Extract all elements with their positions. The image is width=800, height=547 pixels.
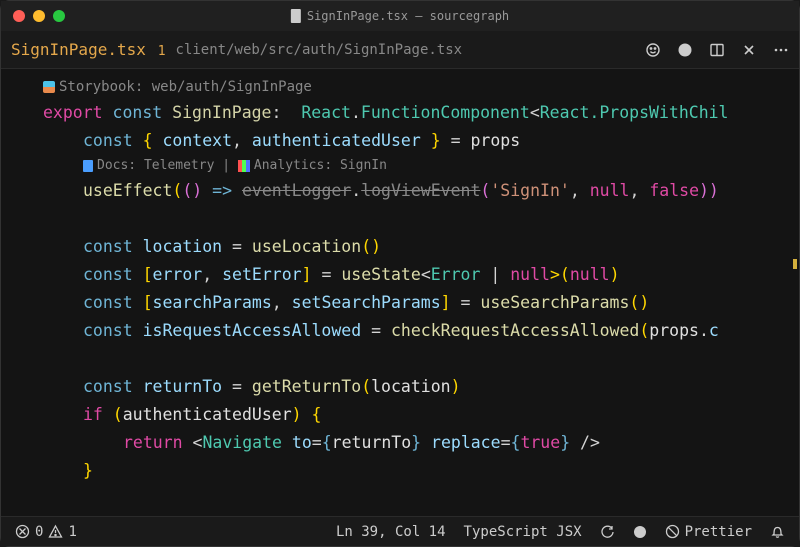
code-line[interactable]: export const SignInPage: React.FunctionC…	[43, 99, 799, 127]
code-line[interactable]: }	[43, 457, 799, 485]
split-editor-icon[interactable]	[709, 42, 725, 58]
minimize-window-button[interactable]	[33, 10, 45, 22]
editor[interactable]: Storybook: web/auth/SignInPage export co…	[1, 69, 799, 516]
gear-icon[interactable]	[677, 42, 693, 58]
status-bar: 0 1 Ln 39, Col 14 TypeScript JSX Prettie…	[1, 516, 799, 546]
maximize-window-button[interactable]	[53, 10, 65, 22]
more-icon[interactable]	[773, 42, 789, 58]
bell-icon[interactable]	[770, 524, 785, 539]
smile-icon[interactable]	[645, 42, 661, 58]
sync-icon[interactable]	[600, 524, 615, 539]
code-line[interactable]: const returnTo = getReturnTo(location)	[43, 373, 799, 401]
file-icon	[291, 9, 301, 23]
language-mode[interactable]: TypeScript JSX	[464, 524, 582, 540]
analytics-icon	[238, 160, 250, 172]
docs-codelens[interactable]: Docs: Telemetry | Analytics: SignIn	[43, 155, 799, 177]
close-window-button[interactable]	[13, 10, 25, 22]
titlebar: SignInPage.tsx — sourcegraph	[1, 1, 799, 31]
blank-line[interactable]	[43, 205, 799, 233]
code-line[interactable]: const [searchParams, setSearchParams] = …	[43, 289, 799, 317]
docs-icon	[83, 160, 93, 172]
code-line[interactable]: return <Navigate to={returnTo} replace={…	[43, 429, 799, 457]
window-title-text: SignInPage.tsx — sourcegraph	[307, 9, 509, 23]
code-line[interactable]: if (authenticatedUser) {	[43, 401, 799, 429]
error-icon	[15, 524, 30, 539]
cody-icon[interactable]	[633, 525, 647, 539]
code-line[interactable]: const location = useLocation()	[43, 233, 799, 261]
storybook-icon	[43, 81, 55, 93]
warning-icon	[48, 524, 63, 539]
close-icon[interactable]	[741, 42, 757, 58]
problems-status[interactable]: 0 1	[15, 524, 77, 540]
tab-modified-count: 1	[158, 44, 166, 59]
code-line[interactable]: const isRequestAccessAllowed = checkRequ…	[43, 317, 799, 345]
tab-bar: SignInPage.tsx 1 client/web/src/auth/Sig…	[1, 31, 799, 69]
minimap-indicator	[793, 259, 797, 269]
tab-filename[interactable]: SignInPage.tsx	[11, 40, 146, 59]
window-title: SignInPage.tsx — sourcegraph	[291, 9, 509, 23]
prettier-status[interactable]: Prettier	[665, 524, 752, 540]
blank-line[interactable]	[43, 345, 799, 373]
breadcrumb[interactable]: client/web/src/auth/SignInPage.tsx	[176, 42, 463, 58]
code-line[interactable]: const { context, authenticatedUser } = p…	[43, 127, 799, 155]
prohibited-icon	[665, 524, 680, 539]
code-line[interactable]: useEffect(() => eventLogger.logViewEvent…	[43, 177, 799, 205]
traffic-lights	[13, 10, 65, 22]
cursor-position[interactable]: Ln 39, Col 14	[336, 524, 446, 540]
storybook-codelens[interactable]: Storybook: web/auth/SignInPage	[43, 75, 799, 99]
code-line[interactable]: const [error, setError] = useState<Error…	[43, 261, 799, 289]
